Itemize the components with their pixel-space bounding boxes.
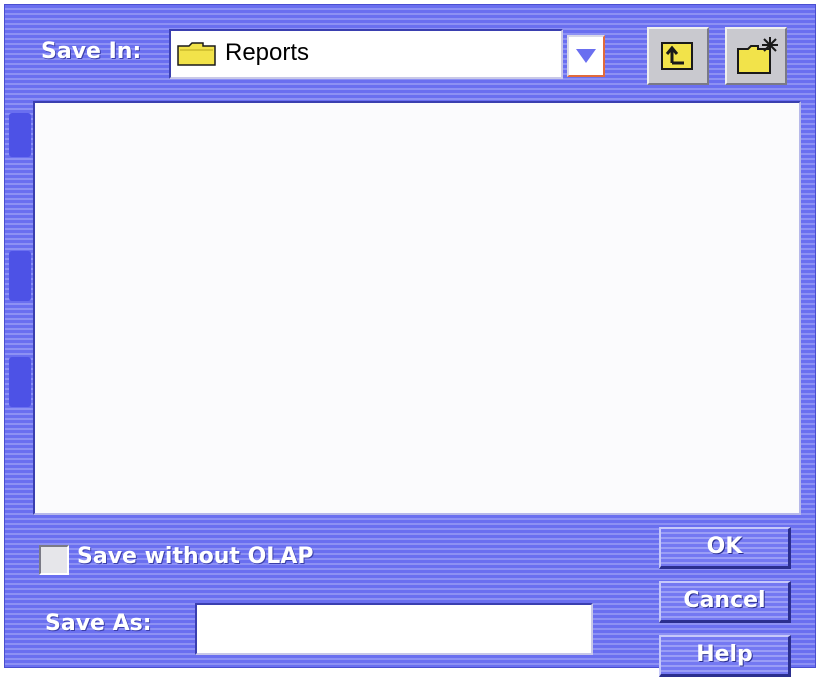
folder-icon: [177, 42, 217, 66]
file-list[interactable]: [33, 101, 801, 515]
save-in-combobox[interactable]: Reports: [169, 29, 563, 79]
help-button[interactable]: Help: [659, 635, 791, 677]
save-without-olap-checkbox[interactable]: [39, 545, 69, 575]
save-without-olap-label[interactable]: Save without OLAP: [77, 544, 313, 569]
save-in-dropdown-button[interactable]: [567, 35, 605, 77]
new-folder-button[interactable]: [725, 27, 787, 85]
save-as-label: Save As:: [45, 611, 152, 636]
save-as-input[interactable]: [195, 603, 593, 655]
up-one-level-button[interactable]: [647, 27, 709, 85]
save-in-value: Reports: [225, 39, 310, 66]
cancel-button[interactable]: Cancel: [659, 581, 791, 623]
list-edge-tab: [9, 357, 31, 407]
triangle-down-icon: [576, 49, 596, 63]
list-edge-tab: [9, 251, 31, 301]
save-in-label: Save In:: [41, 39, 142, 64]
new-folder-icon: [737, 37, 778, 74]
ok-button[interactable]: OK: [659, 527, 791, 569]
save-dialog: Save In: Reports Save without OLAP Save …: [4, 4, 816, 677]
up-one-level-icon: [661, 42, 693, 70]
list-edge-tab: [9, 113, 31, 157]
